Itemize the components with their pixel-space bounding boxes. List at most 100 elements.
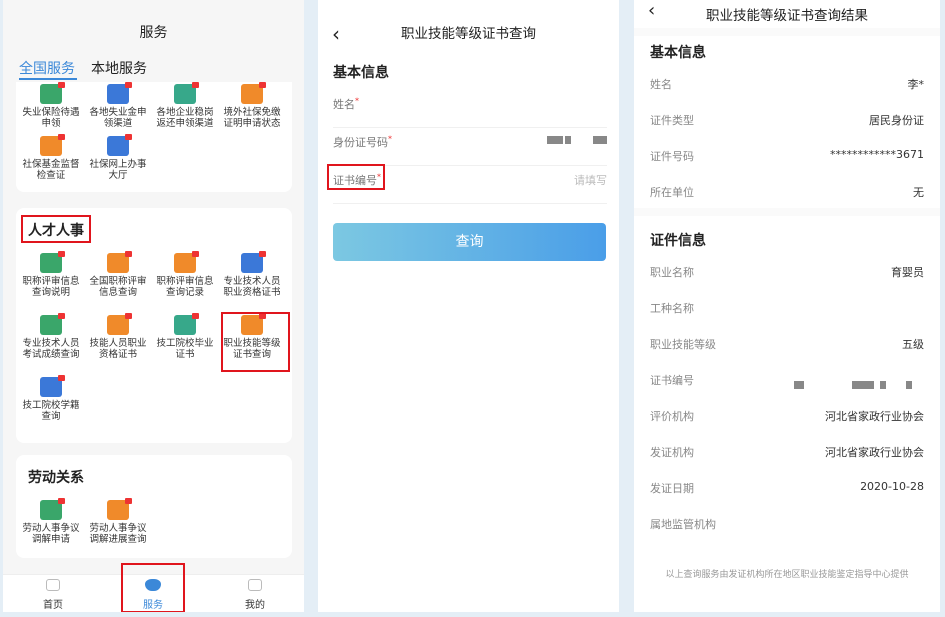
query-button[interactable]: 查询	[333, 223, 606, 261]
section-title-labor: 劳动关系	[28, 470, 84, 486]
status-bar	[3, 0, 304, 4]
labor-item[interactable]: 劳动人事争议 调解进展查询	[83, 498, 153, 545]
result-row-value: 五级	[902, 338, 924, 351]
section-title-basic: 基本信息	[333, 65, 389, 81]
result-row-value: 李*	[907, 78, 925, 91]
result-row: 证件类型 居民身份证	[650, 112, 924, 132]
id-number-masked[interactable]	[457, 134, 607, 147]
divider	[634, 28, 940, 36]
certificate-result-screen: ‹ 职业技能等级证书查询结果 基本信息 姓名 李* 证件类型 居民身份证 证件号码 ***…	[634, 0, 940, 612]
refund-icon	[174, 82, 199, 104]
certificate-query-screen: ‹ 职业技能等级证书查询 基本信息 姓名* 身份证号码* 证书编号* 请填写 查…	[318, 0, 619, 612]
labor-item-label-line2: 调解申请	[31, 534, 70, 545]
skill-cert-icon	[107, 313, 132, 335]
channel-icon	[107, 82, 132, 104]
home-icon	[46, 579, 60, 591]
talent-item[interactable]: 职称评审信息 查询记录	[150, 251, 220, 298]
top-item-label: 社保网上办事	[89, 159, 147, 170]
result-row-value: 河北省家政行业协会	[825, 410, 924, 423]
talent-item[interactable]: 技能人员职业 资格证书	[83, 313, 153, 360]
talent-item[interactable]: 专业技术人员 考试成绩查询	[16, 313, 86, 360]
talent-item-label: 职称评审信息	[22, 276, 80, 287]
graduation-cert-icon	[174, 313, 199, 335]
title-review-icon	[40, 251, 65, 273]
services-screen: 服务 全国服务 本地服务 失业保险待遇 申领 各地失业金申 领渠道 各地企业稳岗 返还申领…	[3, 0, 304, 612]
talent-item-label-line2: 证书	[175, 349, 195, 360]
labor-item-label-line2: 调解进展查询	[89, 534, 147, 545]
talent-item[interactable]: 职称评审信息 查询说明	[16, 251, 86, 298]
talent-item-label-line2: 考试成绩查询	[22, 349, 80, 360]
student-status-icon	[40, 375, 65, 397]
talent-item-label: 技能人员职业	[89, 338, 147, 349]
name-field[interactable]: 姓名*	[333, 92, 607, 128]
result-row: 职业技能等级 五级	[650, 336, 924, 356]
result-row-label: 发证机构	[650, 446, 694, 459]
talent-item[interactable]: 全国职称评审 信息查询	[83, 251, 153, 298]
result-row: 证书编号	[650, 372, 924, 392]
talent-item-label: 全国职称评审	[89, 276, 147, 287]
result-row-label: 工种名称	[650, 302, 694, 315]
talent-item-label: 职称评审信息	[156, 276, 214, 287]
name-field-label: 姓名*	[333, 96, 359, 111]
result-row-label: 证书编号	[650, 374, 694, 387]
page-title: 服务	[139, 25, 168, 41]
certificate-number-input[interactable]: 请填写	[457, 172, 607, 188]
shield-cert-icon	[241, 251, 266, 273]
result-row-value: 居民身份证	[869, 114, 924, 127]
result-row-label: 评价机构	[650, 410, 694, 423]
top-item-label: 各地失业金申	[89, 107, 147, 118]
talent-item[interactable]: 技工院校学籍 查询	[16, 375, 86, 422]
talent-item[interactable]: 专业技术人员 职业资格证书	[217, 251, 287, 298]
result-row-label: 证件号码	[650, 150, 694, 163]
nav-mine[interactable]: 我的	[225, 579, 285, 611]
divider	[634, 208, 940, 216]
result-row: 所在单位 无	[650, 184, 924, 204]
top-item-label: 失业保险待遇	[22, 107, 80, 118]
result-row-label: 职业名称	[650, 266, 694, 279]
top-item-label-line2: 申领	[41, 118, 61, 129]
nav-mine-label: 我的	[245, 600, 265, 611]
top-item-label-line2: 领渠道	[103, 118, 133, 129]
labor-item[interactable]: 劳动人事争议 调解申请	[16, 498, 86, 545]
result-row-label: 发证日期	[650, 482, 694, 495]
page-title: 职业技能等级证书查询结果	[706, 8, 868, 24]
nav-home[interactable]: 首页	[23, 579, 83, 611]
tab-local-services[interactable]: 本地服务	[91, 58, 147, 78]
result-row-value: 河北省家政行业协会	[825, 446, 924, 459]
top-item-label-line2: 返还申领渠道	[156, 118, 214, 129]
talent-item-label-line2: 资格证书	[98, 349, 137, 360]
result-row-label: 属地监管机构	[650, 518, 716, 531]
talent-item-label: 技工院校毕业	[156, 338, 214, 349]
top-item[interactable]: 社保基金监督 检查证	[16, 134, 86, 181]
labor-section-card: 劳动关系 劳动人事争议 调解申请 劳动人事争议 调解进展查询	[16, 455, 292, 558]
result-row-value: 无	[913, 186, 924, 199]
talent-item-label-line2: 查询	[41, 411, 61, 422]
top-item-label-line2: 证明申请状态	[223, 118, 281, 129]
top-item-label: 各地企业稳岗	[156, 107, 214, 118]
talent-item[interactable]: 技工院校毕业 证书	[150, 313, 220, 360]
top-item[interactable]: 社保网上办事 大厅	[83, 134, 153, 181]
certificate-number-masked	[786, 374, 924, 393]
services-card-top: 失业保险待遇 申领 各地失业金申 领渠道 各地企业稳岗 返还申领渠道 境外社保免缴 证明申请状…	[16, 82, 292, 192]
section-title-certificate: 证件信息	[650, 233, 706, 249]
top-item[interactable]: 失业保险待遇 申领	[16, 82, 86, 129]
mediation-progress-icon	[107, 498, 132, 520]
result-row-value: 2020-10-28	[860, 480, 924, 493]
active-tab-indicator	[19, 78, 77, 80]
talent-item-label-line2: 查询记录	[165, 287, 204, 298]
fund-icon	[40, 134, 65, 156]
result-row-label: 姓名	[650, 78, 672, 91]
result-row: 姓名 李*	[650, 76, 924, 96]
tab-national-services[interactable]: 全国服务	[19, 58, 75, 78]
id-number-field[interactable]: 身份证号码*	[333, 130, 607, 166]
result-row: 职业名称 育婴员	[650, 264, 924, 284]
result-row-label: 所在单位	[650, 186, 694, 199]
result-row: 发证日期 2020-10-28	[650, 480, 924, 500]
result-row-label: 证件类型	[650, 114, 694, 127]
top-item[interactable]: 各地失业金申 领渠道	[83, 82, 153, 129]
top-item[interactable]: 各地企业稳岗 返还申领渠道	[150, 82, 220, 129]
top-item[interactable]: 境外社保免缴 证明申请状态	[217, 82, 287, 129]
result-row-value: ************3671	[830, 148, 924, 161]
talent-item-label: 技工院校学籍	[22, 400, 80, 411]
top-item-label-line2: 大厅	[108, 170, 128, 181]
